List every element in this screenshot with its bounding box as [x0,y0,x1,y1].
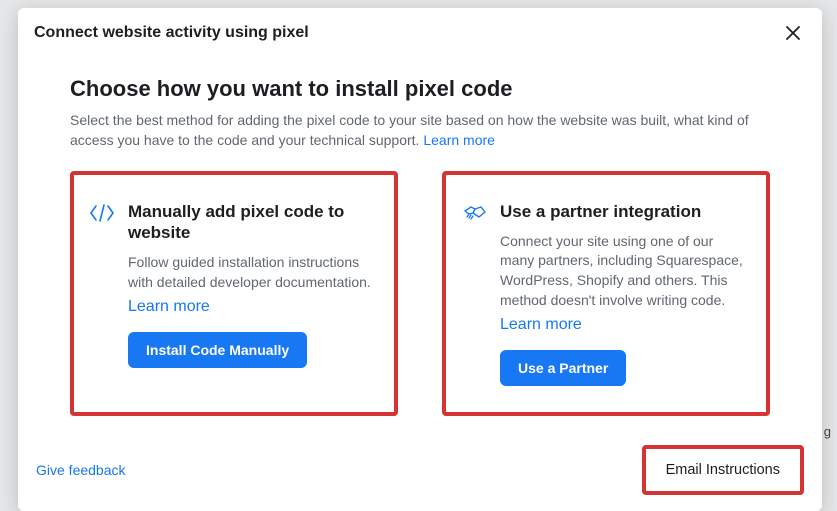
card-manual-learn-more[interactable]: Learn more [128,298,210,315]
code-icon [88,201,116,369]
card-manual-desc: Follow guided installation instructions … [128,253,376,292]
handshake-icon [460,201,488,387]
modal-header: Connect website activity using pixel [18,8,822,54]
use-a-partner-button[interactable]: Use a Partner [500,350,626,386]
card-partner-title: Use a partner integration [500,201,748,222]
card-manual-title: Manually add pixel code to website [128,201,376,244]
email-instructions-button[interactable]: Email Instructions [666,462,780,478]
modal-title: Connect website activity using pixel [34,24,309,42]
give-feedback-link[interactable]: Give feedback [36,462,126,478]
card-partner[interactable]: Use a partner integration Connect your s… [442,171,770,417]
modal-footer: Give feedback Email Instructions [18,435,822,511]
card-partner-desc: Connect your site using one of our many … [500,232,748,310]
option-cards-row: Manually add pixel code to website Follo… [70,171,770,417]
email-instructions-highlight: Email Instructions [642,445,804,495]
close-button[interactable] [782,22,804,44]
card-manual[interactable]: Manually add pixel code to website Follo… [70,171,398,417]
install-code-manually-button[interactable]: Install Code Manually [128,332,307,368]
section-description-text: Select the best method for adding the pi… [70,112,749,148]
learn-more-link-top[interactable]: Learn more [423,132,495,148]
install-pixel-modal: Connect website activity using pixel Cho… [18,8,822,511]
section-description: Select the best method for adding the pi… [70,110,770,151]
card-partner-learn-more[interactable]: Learn more [500,316,582,333]
close-icon [785,25,801,41]
modal-body: Choose how you want to install pixel cod… [18,54,822,435]
section-heading: Choose how you want to install pixel cod… [70,76,770,102]
